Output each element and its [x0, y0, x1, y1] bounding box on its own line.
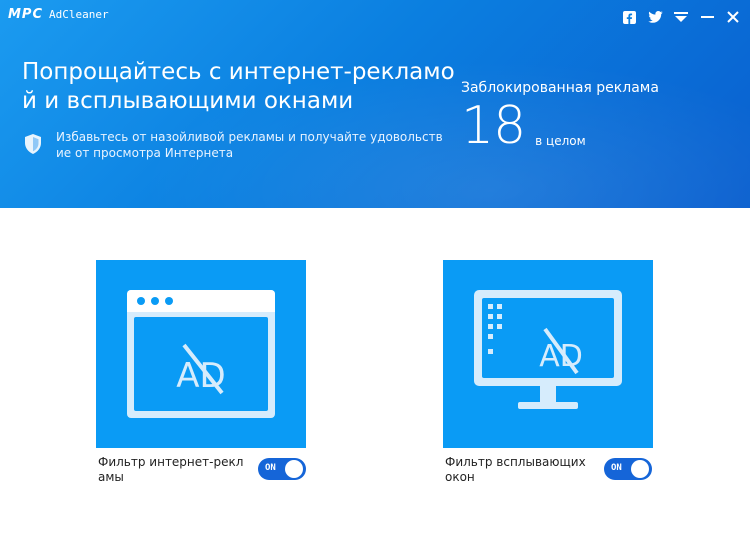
popup-filter-label: Фильтр всплывающих окон: [445, 455, 586, 484]
blocked-ads-label: Заблокированная реклама: [461, 80, 659, 96]
toggle-state-text: ON: [611, 463, 622, 473]
monitor-ad-icon: AD: [474, 290, 622, 409]
page-headline: Попрощайтесь с интернет-рекламой и всплы…: [22, 59, 455, 114]
app-logo: MPC AdCleaner: [8, 7, 109, 22]
shield-icon: [25, 134, 41, 154]
close-icon[interactable]: [722, 6, 744, 28]
app-title: AdCleaner: [49, 8, 109, 21]
popup-filter-card[interactable]: AD: [443, 260, 653, 448]
browser-ad-filter-label: Фильтр интернет-рекламы: [98, 455, 244, 484]
toggle-knob: [631, 460, 649, 478]
facebook-icon[interactable]: [618, 6, 640, 28]
toggle-knob: [285, 460, 303, 478]
browser-ad-filter-card[interactable]: AD: [96, 260, 306, 448]
browser-ad-icon: AD: [127, 290, 275, 418]
menu-icon[interactable]: [670, 6, 692, 28]
toggle-state-text: ON: [265, 463, 276, 473]
minimize-icon[interactable]: [696, 6, 718, 28]
adcleaner-window: MPC AdCleaner Попрощайтесь с интернет-ре…: [0, 0, 750, 548]
twitter-icon[interactable]: [644, 6, 666, 28]
blocked-ads-stats: Заблокированная реклама 18 в целом: [461, 80, 659, 154]
subtitle-row: Избавьтесь от назойливой рекламы и получ…: [24, 129, 446, 161]
logo-mark: MPC: [8, 7, 44, 22]
blocked-count: 18: [461, 96, 526, 156]
popup-filter-toggle[interactable]: ON: [604, 458, 652, 480]
browser-ad-filter-toggle[interactable]: ON: [258, 458, 306, 480]
window-controls: [618, 6, 744, 28]
blocked-count-row: 18 в целом: [461, 98, 659, 154]
subtitle-text: Избавьтесь от назойливой рекламы и получ…: [56, 130, 443, 160]
blocked-count-unit: в целом: [535, 134, 586, 148]
header-banner: MPC AdCleaner Попрощайтесь с интернет-ре…: [0, 0, 750, 208]
